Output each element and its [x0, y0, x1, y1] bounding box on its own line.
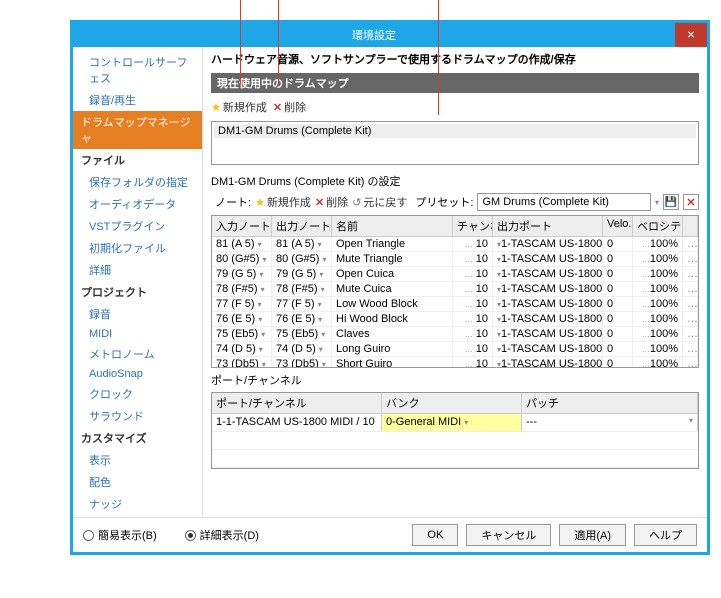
table-row[interactable]: 1-1-TASCAM US-1800 MIDI / 10 0-General M…	[212, 414, 698, 432]
port-channel-label: ポート/チャンネル	[211, 372, 699, 388]
current-drummaps-bar: 現在使用中のドラムマップ	[211, 73, 699, 93]
preset-label: プリセット:	[415, 194, 473, 210]
undo-button[interactable]: ↺元に戻す	[352, 194, 407, 210]
col-velp[interactable]: ベロシテ...	[633, 216, 683, 236]
titlebar: 環境設定 ×	[73, 23, 707, 47]
note-grid[interactable]: 入力ノート 出力ノート 名前 チャンネル 出力ポート Velo... ベロシテ.…	[211, 215, 699, 368]
table-row[interactable]: 75 (Eb5) ▾75 (Eb5) ▾Claves… 10▾1-TASCAM …	[212, 327, 698, 342]
sidebar-item: プロジェクト	[73, 281, 202, 303]
table-row[interactable]: 77 (F 5) ▾77 (F 5) ▾Low Wood Block… 10▾1…	[212, 297, 698, 312]
sidebar-item[interactable]: 保存フォルダの指定	[73, 171, 202, 193]
list-item[interactable]: DM1-GM Drums (Complete Kit)	[214, 124, 696, 138]
current-maps-list[interactable]: DM1-GM Drums (Complete Kit)	[211, 121, 699, 165]
apply-button[interactable]: 適用(A)	[559, 524, 626, 546]
col-ch[interactable]: チャンネル	[453, 216, 493, 236]
chevron-down-icon[interactable]: ▾	[655, 198, 659, 207]
detail-view-radio[interactable]: 詳細表示(D)	[185, 527, 259, 543]
x-icon: ✕	[315, 196, 324, 209]
sidebar-item[interactable]: サラウンド	[73, 405, 202, 427]
sidebar-item[interactable]: ナッジ	[73, 493, 202, 515]
sidebar-item[interactable]: VSTプラグイン	[73, 215, 202, 237]
table-row[interactable]: 81 (A 5) ▾81 (A 5) ▾Open Triangle… 10▾1-…	[212, 237, 698, 252]
undo-icon: ↺	[352, 196, 361, 209]
sidebar-item[interactable]: クロック	[73, 383, 202, 405]
col-bank[interactable]: バンク	[382, 393, 522, 413]
new-map-button[interactable]: ★新規作成	[211, 99, 267, 115]
ok-button[interactable]: OK	[412, 524, 458, 546]
table-row[interactable]: 76 (E 5) ▾76 (E 5) ▾Hi Wood Block… 10▾1-…	[212, 312, 698, 327]
sidebar-item[interactable]: メトロノーム	[73, 343, 202, 365]
sidebar-item[interactable]: 詳細	[73, 259, 202, 281]
simple-view-radio[interactable]: 簡易表示(B)	[83, 527, 157, 543]
table-row[interactable]: 73 (Db5) ▾73 (Db5) ▾Short Guiro… 10▾1-TA…	[212, 357, 698, 367]
category-nav[interactable]: コントロールサーフェス録音/再生ドラムマップマネージャファイル保存フォルダの指定…	[73, 47, 203, 517]
sidebar-item: ファイル	[73, 149, 202, 171]
star-icon: ★	[255, 196, 265, 209]
note-label: ノート:	[215, 194, 251, 210]
preferences-dialog: 環境設定 × コントロールサーフェス録音/再生ドラムマップマネージャファイル保存…	[70, 20, 710, 555]
col-vel[interactable]: Velo...	[603, 216, 633, 236]
delete-map-button[interactable]: ✕削除	[273, 99, 306, 115]
preset-select[interactable]	[477, 193, 651, 211]
cancel-button[interactable]: キャンセル	[466, 524, 551, 546]
settings-title: DM1-GM Drums (Complete Kit) の設定	[211, 173, 699, 189]
col-in[interactable]: 入力ノート	[212, 216, 272, 236]
sidebar-item[interactable]: オーディオデータ	[73, 193, 202, 215]
delete-preset-button[interactable]: ✕	[683, 194, 699, 210]
sidebar-item[interactable]: コントロールサーフェス	[73, 51, 202, 89]
sidebar-item[interactable]: ドラムマップマネージャ	[73, 111, 202, 149]
close-button[interactable]: ×	[675, 23, 707, 47]
save-preset-button[interactable]: 💾	[663, 194, 679, 210]
col-name[interactable]: 名前	[332, 216, 453, 236]
sidebar-item[interactable]: 配色	[73, 471, 202, 493]
table-row[interactable]: 74 (D 5) ▾74 (D 5) ▾Long Guiro… 10▾1-TAS…	[212, 342, 698, 357]
sidebar-item: カスタマイズ	[73, 427, 202, 449]
table-row[interactable]: 79 (G 5) ▾79 (G 5) ▾Open Cuica… 10▾1-TAS…	[212, 267, 698, 282]
col-port[interactable]: 出力ポート	[493, 216, 603, 236]
sidebar-item[interactable]: 初期化ファイル	[73, 237, 202, 259]
delete-note-button[interactable]: ✕削除	[315, 194, 348, 210]
sidebar-item[interactable]: スナップオプション	[73, 515, 202, 517]
sidebar-item[interactable]: 録音	[73, 303, 202, 325]
new-note-button[interactable]: ★新規作成	[255, 194, 311, 210]
x-icon: ✕	[273, 101, 282, 114]
col-patch[interactable]: パッチ	[522, 393, 698, 413]
sidebar-item[interactable]: MIDI	[73, 325, 202, 343]
table-row[interactable]: 78 (F#5) ▾78 (F#5) ▾Mute Cuica… 10▾1-TAS…	[212, 282, 698, 297]
star-icon: ★	[211, 101, 221, 114]
col-portchan[interactable]: ポート/チャンネル	[212, 393, 382, 413]
help-button[interactable]: ヘルプ	[634, 524, 697, 546]
dialog-title: 環境設定	[73, 27, 675, 43]
sidebar-item[interactable]: 表示	[73, 449, 202, 471]
port-grid[interactable]: ポート/チャンネル バンク パッチ 1-1-TASCAM US-1800 MID…	[211, 392, 699, 469]
sidebar-item[interactable]: AudioSnap	[73, 365, 202, 383]
sidebar-item[interactable]: 録音/再生	[73, 89, 202, 111]
table-row[interactable]: 80 (G#5) ▾80 (G#5) ▾Mute Triangle… 10▾1-…	[212, 252, 698, 267]
col-out[interactable]: 出力ノート	[272, 216, 332, 236]
page-heading: ハードウェア音源、ソフトサンプラーで使用するドラムマップの作成/保存	[211, 51, 699, 67]
